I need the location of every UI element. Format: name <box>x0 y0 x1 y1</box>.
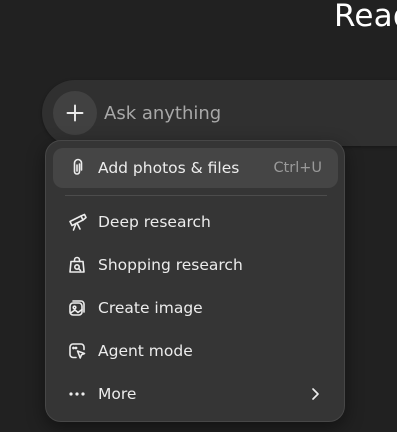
telescope-icon <box>66 211 88 233</box>
prompt-input[interactable] <box>104 100 397 126</box>
menu-item-label: More <box>98 385 137 403</box>
menu-item-label: Create image <box>98 299 203 317</box>
attachment-menu: Add photos & files Ctrl+U Deep research <box>45 140 345 422</box>
app-screen: Ready when you are. Add photos & files C… <box>0 0 397 432</box>
menu-item-more[interactable]: More <box>53 374 338 414</box>
composer <box>42 80 397 146</box>
page-title: Ready when you are. <box>334 0 397 34</box>
menu-item-label: Deep research <box>98 213 211 231</box>
menu-item-deep-research[interactable]: Deep research <box>53 202 338 242</box>
cursor-icon <box>66 340 88 362</box>
image-icon <box>66 297 88 319</box>
paperclip-icon <box>66 157 88 179</box>
menu-item-agent-mode[interactable]: Agent mode <box>53 331 338 371</box>
menu-item-shopping-research[interactable]: Shopping research <box>53 245 338 285</box>
plus-icon <box>65 103 85 123</box>
more-dots-icon <box>66 383 88 405</box>
menu-item-label: Add photos & files <box>98 159 240 177</box>
chevron-right-icon <box>306 385 324 403</box>
keyboard-shortcut: Ctrl+U <box>273 160 322 176</box>
menu-divider <box>65 195 327 196</box>
add-attachment-button[interactable] <box>53 91 97 135</box>
menu-item-label: Shopping research <box>98 256 243 274</box>
menu-item-add-photos-files[interactable]: Add photos & files Ctrl+U <box>53 148 338 188</box>
shopping-bag-icon <box>66 254 88 276</box>
menu-item-label: Agent mode <box>98 342 193 360</box>
menu-item-create-image[interactable]: Create image <box>53 288 338 328</box>
